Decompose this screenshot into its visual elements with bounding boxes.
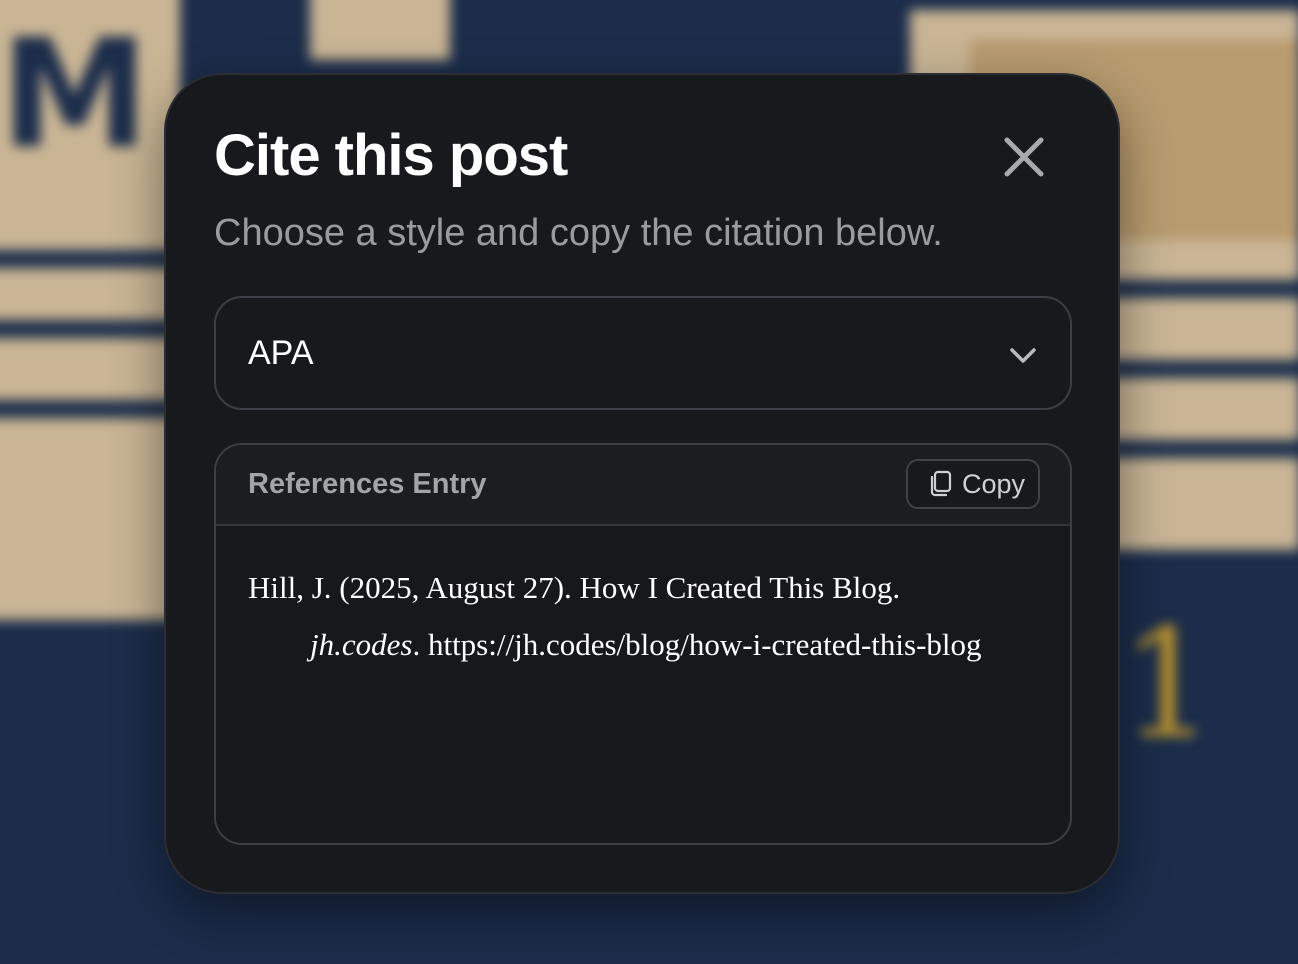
citation-panel-title: References Entry [248,468,487,500]
citation-line-2: jh.codes. https://jh.codes/blog/how-i-cr… [248,616,1038,673]
dialog-title: Cite this post [214,123,568,188]
close-icon [1004,137,1044,177]
citation-url: https://jh.codes/blog/how-i-created-this… [427,627,982,662]
dialog-subtitle: Choose a style and copy the citation bel… [214,212,943,254]
citation-separator: . [412,627,428,662]
copy-icon [930,470,952,497]
citation-source: jh.codes [310,627,413,662]
citation-style-select[interactable]: APA [214,296,1072,410]
selected-style: APA [248,334,314,372]
chevron-down-icon [1010,348,1036,363]
citation-panel-header: References Entry Copy [216,445,1070,526]
citation-line-1: Hill, J. (2025, August 27). How I Create… [248,570,901,605]
copy-label: Copy [962,469,1026,499]
close-button[interactable] [998,131,1050,183]
copy-button[interactable]: Copy [906,459,1040,509]
citation-text: Hill, J. (2025, August 27). How I Create… [248,559,1038,673]
cite-dialog: Cite this post Choose a style and copy t… [164,73,1120,894]
citation-panel: References Entry Copy Hill, J. (2025, Au… [214,443,1072,845]
